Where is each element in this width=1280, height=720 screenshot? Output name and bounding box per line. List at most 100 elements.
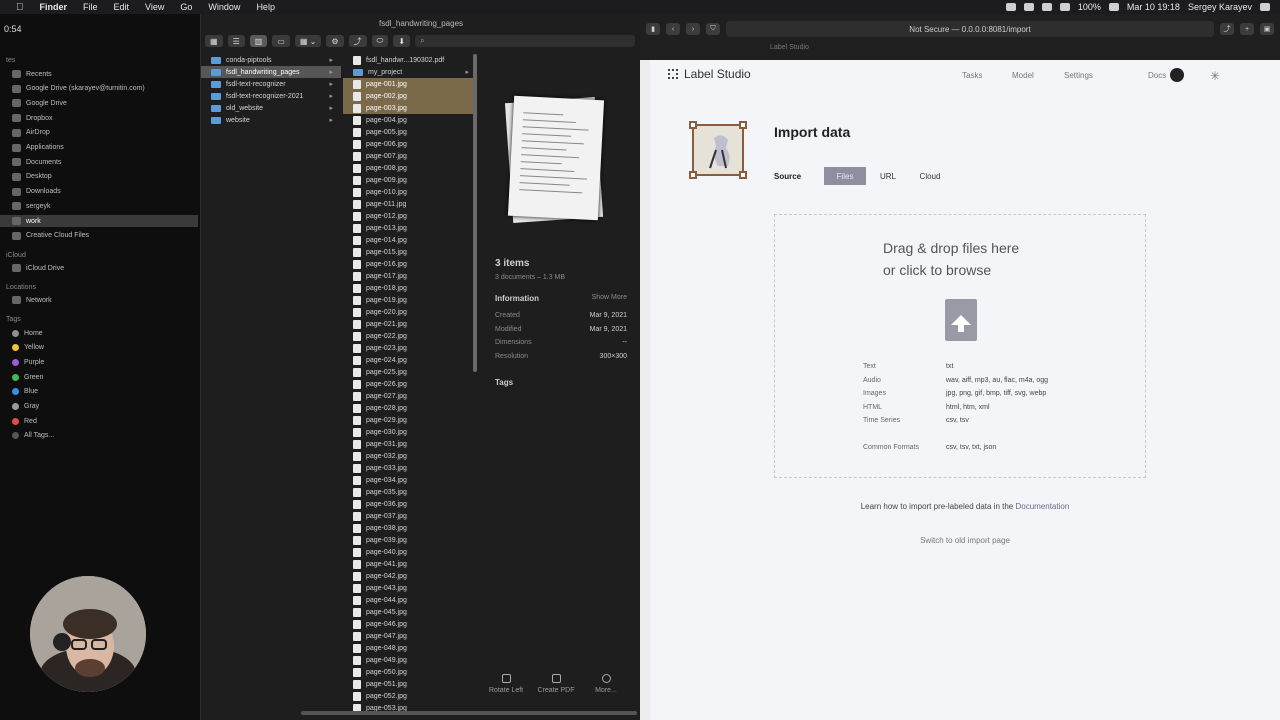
file-row[interactable]: page-010.jpg	[343, 186, 477, 198]
tag-button[interactable]: ⬭	[371, 35, 389, 47]
folder-row[interactable]: fsdl-text-recognizer-2021 ▸	[201, 90, 341, 102]
menu-help[interactable]: Help	[248, 2, 283, 12]
file-row[interactable]: page-019.jpg	[343, 294, 477, 306]
sidebar-item[interactable]: Google Drive (skarayev@turnitin.com)	[0, 83, 198, 95]
sidebar-item[interactable]: Documents	[0, 156, 198, 168]
brand-name[interactable]: Label Studio	[684, 67, 751, 81]
menu-edit[interactable]: Edit	[106, 2, 138, 12]
shield-icon[interactable]: ⛉	[706, 23, 720, 35]
menu-icon[interactable]	[668, 69, 678, 79]
address-bar[interactable]: Not Secure — 0.0.0.0:8081/import	[726, 21, 1214, 37]
file-row[interactable]: page-039.jpg	[343, 534, 477, 546]
file-row[interactable]: page-051.jpg	[343, 678, 477, 690]
file-row[interactable]: page-030.jpg	[343, 426, 477, 438]
file-row[interactable]: page-047.jpg	[343, 630, 477, 642]
source-tab-cloud[interactable]: Cloud	[912, 167, 948, 185]
file-row[interactable]: page-048.jpg	[343, 642, 477, 654]
status-icon[interactable]	[1005, 3, 1016, 11]
sidebar-item[interactable]: Google Drive	[0, 97, 198, 109]
file-row[interactable]: page-045.jpg	[343, 606, 477, 618]
file-row[interactable]: page-042.jpg	[343, 570, 477, 582]
menu-window[interactable]: Window	[200, 2, 248, 12]
file-row[interactable]: page-006.jpg	[343, 138, 477, 150]
file-row[interactable]: page-026.jpg	[343, 378, 477, 390]
status-icon[interactable]	[1023, 3, 1034, 11]
more-button[interactable]: More...	[581, 674, 631, 694]
horizontal-scrollbar[interactable]	[301, 711, 637, 715]
menu-user[interactable]: Sergey Karayev	[1188, 2, 1252, 12]
sidebar-item[interactable]: AirDrop	[0, 127, 198, 139]
status-icon[interactable]	[1041, 3, 1052, 11]
file-row[interactable]: page-022.jpg	[343, 330, 477, 342]
file-row[interactable]: page-034.jpg	[343, 474, 477, 486]
file-row[interactable]: page-028.jpg	[343, 402, 477, 414]
sidebar-item[interactable]: Desktop	[0, 171, 198, 183]
file-row[interactable]: page-052.jpg	[343, 690, 477, 702]
old-import-link[interactable]: Switch to old import page	[650, 536, 1280, 545]
menu-view[interactable]: View	[137, 2, 172, 12]
create-pdf-button[interactable]: Create PDF	[531, 674, 581, 694]
sidebar-tag[interactable]: Red	[0, 415, 198, 427]
column-scrollbar[interactable]	[473, 54, 477, 372]
file-row[interactable]: page-041.jpg	[343, 558, 477, 570]
file-row[interactable]: page-001.jpg	[343, 78, 477, 90]
file-row[interactable]: page-017.jpg	[343, 270, 477, 282]
share-icon[interactable]: ⤴	[1220, 23, 1234, 35]
file-row[interactable]: page-012.jpg	[343, 210, 477, 222]
file-row[interactable]: page-031.jpg	[343, 438, 477, 450]
wifi-icon[interactable]	[1059, 3, 1070, 11]
file-row[interactable]: page-016.jpg	[343, 258, 477, 270]
file-row[interactable]: page-033.jpg	[343, 462, 477, 474]
file-row[interactable]: page-036.jpg	[343, 498, 477, 510]
sidebar-item[interactable]: Downloads	[0, 186, 198, 198]
menu-finder[interactable]: Finder	[32, 2, 76, 12]
file-row[interactable]: page-007.jpg	[343, 150, 477, 162]
search-field[interactable]: ⌕	[415, 35, 635, 47]
file-row[interactable]: page-002.jpg	[343, 90, 477, 102]
share-button[interactable]: ⤴	[348, 35, 367, 47]
file-row[interactable]: page-037.jpg	[343, 510, 477, 522]
file-row[interactable]: page-018.jpg	[343, 282, 477, 294]
file-row[interactable]: page-003.jpg	[343, 102, 477, 114]
file-row[interactable]: page-009.jpg	[343, 174, 477, 186]
menu-file[interactable]: File	[75, 2, 106, 12]
sidebar-tag[interactable]: Blue	[0, 386, 198, 398]
sidebar-tag[interactable]: Yellow	[0, 342, 198, 354]
file-row[interactable]: page-046.jpg	[343, 618, 477, 630]
view-gallery-button[interactable]: ▭	[272, 35, 290, 47]
sidebar-item[interactable]: Creative Cloud Files	[0, 230, 198, 242]
file-row[interactable]: page-027.jpg	[343, 390, 477, 402]
file-row[interactable]: page-015.jpg	[343, 246, 477, 258]
file-row[interactable]: page-049.jpg	[343, 654, 477, 666]
sidebar-item[interactable]: Dropbox	[0, 112, 198, 124]
file-row[interactable]: page-050.jpg	[343, 666, 477, 678]
file-row[interactable]: page-038.jpg	[343, 522, 477, 534]
menu-go[interactable]: Go	[172, 2, 200, 12]
file-row[interactable]: page-020.jpg	[343, 306, 477, 318]
file-row[interactable]: page-021.jpg	[343, 318, 477, 330]
file-row[interactable]: page-043.jpg	[343, 582, 477, 594]
dropbox-button[interactable]: ⬇	[393, 35, 411, 47]
nav-settings[interactable]: Settings	[1064, 71, 1093, 80]
file-row[interactable]: page-005.jpg	[343, 126, 477, 138]
new-tab-icon[interactable]: +	[1240, 23, 1254, 35]
file-row[interactable]: page-040.jpg	[343, 546, 477, 558]
folder-row[interactable]: conda-piptools ▸	[201, 54, 341, 66]
file-row[interactable]: page-025.jpg	[343, 366, 477, 378]
forward-icon[interactable]: ›	[686, 23, 700, 35]
github-icon[interactable]	[1170, 68, 1184, 82]
sidebar-tag[interactable]: Home	[0, 327, 198, 339]
sidebar-item[interactable]: Recents	[0, 68, 198, 80]
tabs-overview-icon[interactable]: ▣	[1260, 23, 1274, 35]
sidebar-toggle-icon[interactable]: ▮	[646, 23, 660, 35]
apple-menu-icon[interactable]: 	[0, 2, 32, 13]
actions-button[interactable]: ⚙	[326, 35, 344, 47]
sidebar-tag[interactable]: Green	[0, 371, 198, 383]
sidebar-item[interactable]: work	[0, 215, 198, 227]
file-row[interactable]: page-013.jpg	[343, 222, 477, 234]
sidebar-item[interactable]: iCloud Drive	[0, 262, 198, 274]
sidebar-item[interactable]: sergeyk	[0, 200, 198, 212]
sidebar-tag[interactable]: Gray	[0, 401, 198, 413]
file-row[interactable]: my_project ▸	[343, 66, 477, 78]
documentation-link[interactable]: Documentation	[1015, 502, 1069, 511]
